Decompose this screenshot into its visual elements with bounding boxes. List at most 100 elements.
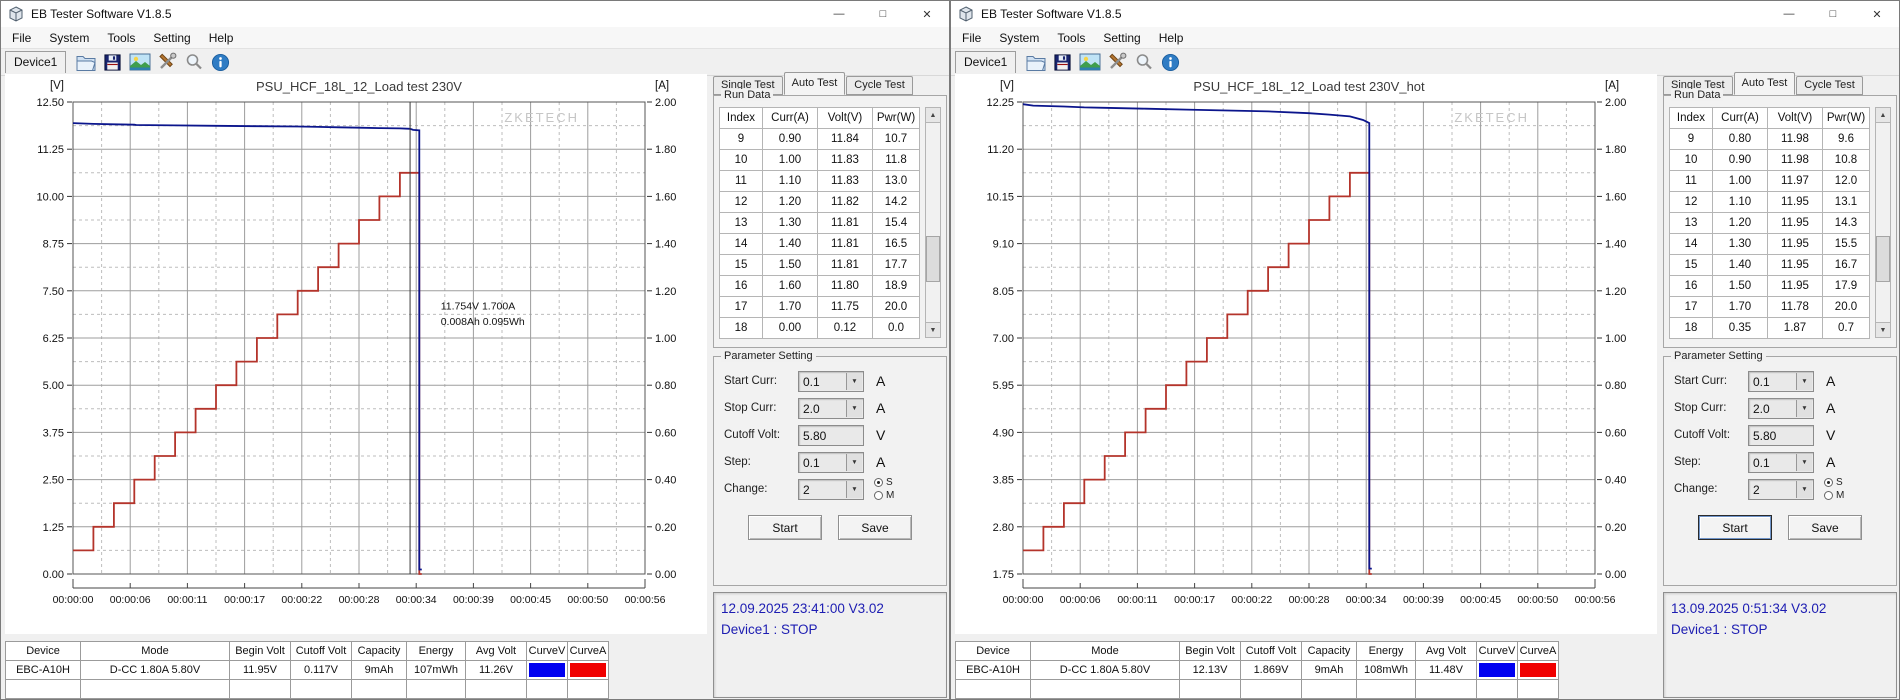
- run-data-row[interactable]: 16 1.50 11.95 17.9: [1669, 275, 1870, 297]
- zoom-icon[interactable]: [1131, 51, 1156, 73]
- radio-minutes[interactable]: M: [874, 489, 894, 502]
- run-data-row[interactable]: 13 1.20 11.95 14.3: [1669, 212, 1870, 234]
- run-data-row[interactable]: 17 1.70 11.75 20.0: [719, 296, 920, 318]
- chevron-down-icon[interactable]: [846, 481, 862, 498]
- run-data-row[interactable]: 11 1.00 11.97 12.0: [1669, 170, 1870, 192]
- run-data-row[interactable]: 18 0.00 0.12 0.0: [719, 317, 920, 339]
- menu-item-tools[interactable]: Tools: [1048, 29, 1094, 47]
- run-data-row[interactable]: 12 1.20 11.82 14.2: [719, 191, 920, 213]
- run-data-scrollbar[interactable]: [925, 107, 941, 338]
- menu-item-system[interactable]: System: [40, 29, 98, 47]
- cutoff-volt-input[interactable]: 5.80: [1748, 425, 1814, 446]
- maximize-button[interactable]: □: [861, 1, 905, 27]
- title-bar[interactable]: EB Tester Software V1.8.5 — □ ✕: [1, 1, 949, 27]
- chevron-down-icon[interactable]: [1796, 481, 1812, 498]
- scrollbar-thumb[interactable]: [926, 236, 940, 282]
- run-data-row[interactable]: 13 1.30 11.81 15.4: [719, 212, 920, 234]
- scroll-down-icon[interactable]: [1876, 322, 1890, 337]
- stop-curr-combo[interactable]: 2.0: [798, 398, 864, 419]
- scroll-up-icon[interactable]: [1876, 108, 1890, 123]
- start-curr-combo[interactable]: 0.1: [1748, 371, 1814, 392]
- device-tab[interactable]: Device1: [955, 51, 1017, 73]
- open-file-icon[interactable]: [1023, 51, 1048, 73]
- menu-item-setting[interactable]: Setting: [1094, 29, 1149, 47]
- tab-cycle-test[interactable]: Cycle Test: [846, 76, 913, 95]
- close-button[interactable]: ✕: [1855, 1, 1899, 27]
- tools-icon[interactable]: [154, 51, 179, 73]
- menu-item-tools[interactable]: Tools: [98, 29, 144, 47]
- result-header-row: Device Mode Begin Volt Cutoff Volt Capacity E…: [5, 641, 609, 661]
- x-axis-tick-label: 00:00:56: [625, 594, 666, 606]
- save-button[interactable]: Save: [838, 515, 912, 540]
- scrollbar-thumb[interactable]: [1876, 236, 1890, 282]
- run-data-row[interactable]: 9 0.80 11.98 9.6: [1669, 128, 1870, 150]
- menu-item-system[interactable]: System: [990, 29, 1048, 47]
- run-data-row[interactable]: 17 1.70 11.78 20.0: [1669, 296, 1870, 318]
- run-data-row[interactable]: 15 1.50 11.81 17.7: [719, 254, 920, 276]
- start-button[interactable]: Start: [1698, 515, 1772, 540]
- start-curr-combo[interactable]: 0.1: [798, 371, 864, 392]
- stop-curr-combo[interactable]: 2.0: [1748, 398, 1814, 419]
- minimize-button[interactable]: —: [817, 1, 861, 27]
- info-icon[interactable]: [208, 51, 233, 73]
- tab-cycle-test[interactable]: Cycle Test: [1796, 76, 1863, 95]
- radio-minutes[interactable]: M: [1824, 489, 1844, 502]
- step-combo[interactable]: 0.1: [798, 452, 864, 473]
- combo-value: 0.1: [803, 455, 820, 470]
- start-button[interactable]: Start: [748, 515, 822, 540]
- result-table-wrap: Device Mode Begin Volt Cutoff Volt Capacity E…: [5, 641, 609, 699]
- chevron-down-icon[interactable]: [1796, 400, 1812, 417]
- chevron-down-icon[interactable]: [846, 400, 862, 417]
- zoom-icon[interactable]: [181, 51, 206, 73]
- image-export-icon[interactable]: [127, 51, 152, 73]
- run-data-row[interactable]: 9 0.90 11.84 10.7: [719, 128, 920, 150]
- tab-auto-test[interactable]: Auto Test: [1733, 72, 1796, 95]
- step-combo[interactable]: 0.1: [1748, 452, 1814, 473]
- save-icon[interactable]: [1050, 51, 1075, 73]
- run-data-row[interactable]: 11 1.10 11.83 13.0: [719, 170, 920, 192]
- tab-auto-test[interactable]: Auto Test: [783, 72, 846, 95]
- tools-icon[interactable]: [1104, 51, 1129, 73]
- result-row: EBC-A10H D-CC 1.80A 5.80V 12.13V 1.869V 9mAh…: [955, 660, 1559, 680]
- chevron-down-icon[interactable]: [1796, 454, 1812, 471]
- menu-item-file[interactable]: File: [3, 29, 40, 47]
- run-data-row[interactable]: 10 1.00 11.83 11.8: [719, 149, 920, 171]
- run-data-row[interactable]: 14 1.30 11.95 15.5: [1669, 233, 1870, 255]
- save-button[interactable]: Save: [1788, 515, 1862, 540]
- open-file-icon[interactable]: [73, 51, 98, 73]
- radio-seconds[interactable]: S: [1824, 476, 1844, 489]
- load-test-chart: 12.25 11.20 10.15 9.10 8.05 7.00 5.95 4.90 3.85 2…: [955, 74, 1657, 634]
- chevron-down-icon[interactable]: [1796, 373, 1812, 390]
- menu-item-help[interactable]: Help: [1150, 29, 1193, 47]
- save-icon[interactable]: [100, 51, 125, 73]
- close-button[interactable]: ✕: [905, 1, 949, 27]
- change-combo[interactable]: 2: [798, 479, 864, 500]
- title-bar[interactable]: EB Tester Software V1.8.5 — □ ✕: [951, 1, 1899, 27]
- start-curr-row: Start Curr: 0.1 A: [1674, 371, 1888, 393]
- device-tab[interactable]: Device1: [5, 51, 67, 73]
- image-export-icon[interactable]: [1077, 51, 1102, 73]
- run-data-table: Index Curr(A) Volt(V) Pwr(W) 9 0.80 11.98 9.6 10…: [1669, 107, 1870, 339]
- run-data-row[interactable]: 16 1.60 11.80 18.9: [719, 275, 920, 297]
- radio-seconds[interactable]: S: [874, 476, 894, 489]
- scroll-down-icon[interactable]: [926, 322, 940, 337]
- x-axis-tick-label: 00:00:39: [453, 594, 494, 606]
- run-data-row[interactable]: 10 0.90 11.98 10.8: [1669, 149, 1870, 171]
- run-data-row[interactable]: 12 1.10 11.95 13.1: [1669, 191, 1870, 213]
- menu-item-help[interactable]: Help: [200, 29, 243, 47]
- chevron-down-icon[interactable]: [846, 373, 862, 390]
- run-data-row[interactable]: 18 0.35 1.87 0.7: [1669, 317, 1870, 339]
- maximize-button[interactable]: □: [1811, 1, 1855, 27]
- run-data-row[interactable]: 15 1.40 11.95 16.7: [1669, 254, 1870, 276]
- minimize-button[interactable]: —: [1767, 1, 1811, 27]
- run-data-row[interactable]: 14 1.40 11.81 16.5: [719, 233, 920, 255]
- scroll-up-icon[interactable]: [926, 108, 940, 123]
- cutoff-volt-input[interactable]: 5.80: [798, 425, 864, 446]
- menu-item-file[interactable]: File: [953, 29, 990, 47]
- menu-item-setting[interactable]: Setting: [144, 29, 199, 47]
- run-data-scrollbar[interactable]: [1875, 107, 1891, 338]
- change-combo[interactable]: 2: [1748, 479, 1814, 500]
- result-header: CurveV: [1476, 641, 1518, 661]
- info-icon[interactable]: [1158, 51, 1183, 73]
- chevron-down-icon[interactable]: [846, 454, 862, 471]
